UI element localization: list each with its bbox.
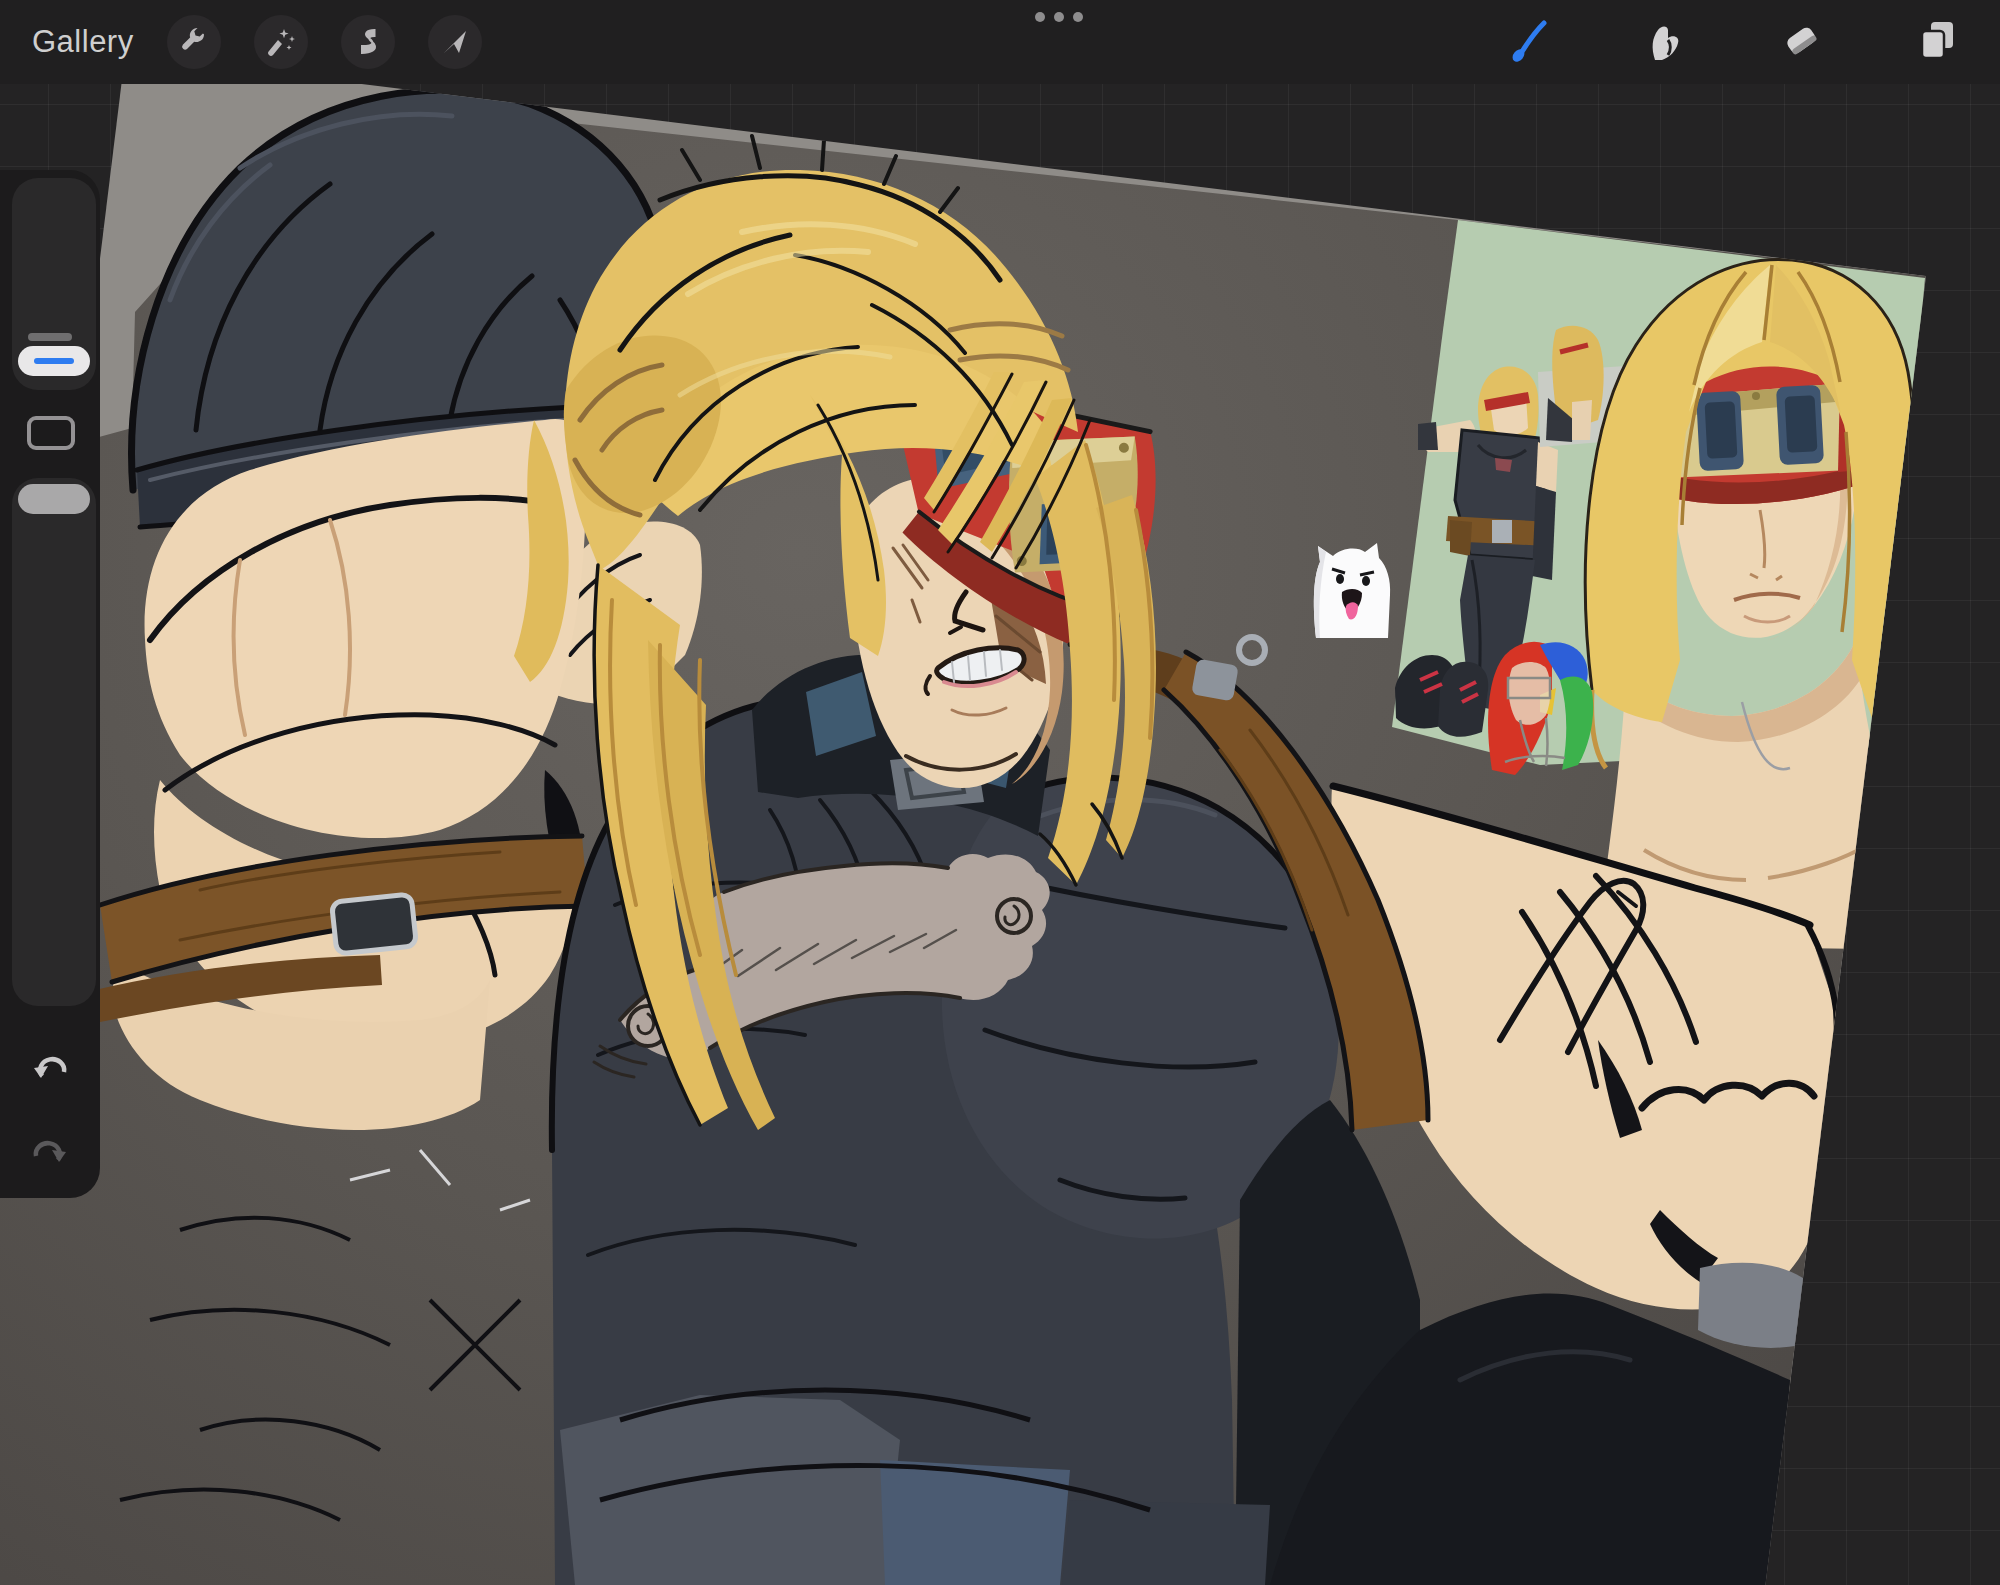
canvas-options-button[interactable] <box>1035 12 1083 22</box>
erase-button[interactable] <box>1766 7 1836 77</box>
transform-button[interactable] <box>428 15 482 69</box>
wrench-icon <box>178 26 210 58</box>
size-slider-tick <box>28 333 72 341</box>
gallery-button[interactable]: Gallery <box>32 24 134 60</box>
canvas[interactable] <box>0 0 2000 1585</box>
large-head-portrait <box>1585 259 1934 950</box>
opacity-handle[interactable] <box>18 484 90 514</box>
s-ribbon-icon <box>352 26 384 58</box>
ellipsis-icon <box>1035 12 1045 22</box>
redo-arrow-icon <box>26 1126 74 1174</box>
app-window: Gallery <box>0 0 2000 1585</box>
dog-sticker <box>1314 543 1390 638</box>
paint-button[interactable] <box>1494 7 1564 77</box>
layers-icon <box>1915 18 1959 66</box>
undo-button[interactable] <box>26 1042 74 1090</box>
paintbrush-icon <box>1506 17 1552 67</box>
redo-button[interactable] <box>26 1126 74 1174</box>
adjustments-button[interactable] <box>254 15 308 69</box>
selection-button[interactable] <box>341 15 395 69</box>
size-indicator <box>34 358 74 364</box>
toolbar: Gallery <box>0 0 2000 84</box>
sidebar <box>0 170 100 1198</box>
rainbow-hair-sketch <box>1488 642 1593 775</box>
magic-wand-icon <box>265 26 297 58</box>
modify-button[interactable] <box>27 416 75 450</box>
opacity-slider[interactable] <box>12 478 96 1006</box>
eraser-icon <box>1779 18 1823 66</box>
smudge-finger-icon <box>1643 18 1687 66</box>
brush-size-handle[interactable] <box>18 346 90 376</box>
smudge-button[interactable] <box>1630 7 1700 77</box>
actions-button[interactable] <box>167 15 221 69</box>
arrow-cursor-icon <box>439 26 471 58</box>
undo-arrow-icon <box>26 1042 74 1090</box>
layers-button[interactable] <box>1902 7 1972 77</box>
